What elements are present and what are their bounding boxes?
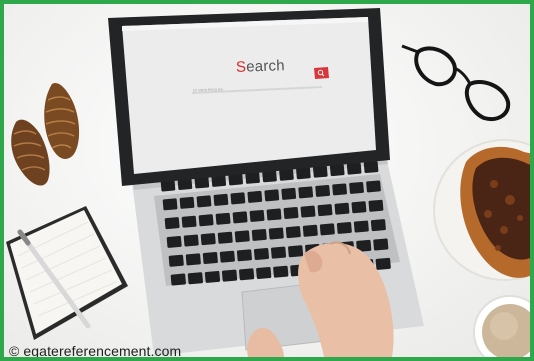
keyboard-key <box>204 270 221 283</box>
keyboard-key <box>239 268 255 281</box>
keyboard-key <box>366 180 381 193</box>
search-wordmark-rest: earch <box>245 57 286 76</box>
keyboard-key <box>179 196 195 209</box>
keyboard-key <box>166 235 182 248</box>
keyboard-key <box>198 214 214 227</box>
keyboard-key <box>281 187 297 200</box>
keyboard-key <box>213 193 229 206</box>
keyboard-key <box>168 254 184 267</box>
keyboard-key <box>230 192 246 205</box>
keyboard-key <box>329 164 345 177</box>
keyboard-key <box>315 184 331 197</box>
keyboard-key <box>370 219 386 232</box>
keyboard-key <box>215 212 231 225</box>
keyboard-key <box>249 209 265 222</box>
search-button[interactable] <box>314 67 329 79</box>
keyboard-key <box>181 215 197 228</box>
keyboard-key <box>288 245 304 258</box>
keyboard-key <box>164 217 180 230</box>
keyboard-key <box>363 161 379 174</box>
keyboard-key <box>368 199 384 212</box>
keyboard-key <box>353 220 369 233</box>
pine-cone-short <box>11 119 50 186</box>
notebook <box>6 206 128 340</box>
keyboard-key <box>162 198 178 211</box>
keyboard-key <box>185 253 201 266</box>
keyboard-key <box>270 246 287 259</box>
keyboard-key <box>170 273 186 286</box>
keyboard-key <box>200 233 216 246</box>
keyboard-key <box>319 223 335 236</box>
keyboard-key <box>183 234 199 247</box>
keyboard-key <box>256 267 272 279</box>
keyboard-key <box>373 238 389 251</box>
keyboard-key <box>334 202 350 215</box>
keyboard-key <box>221 269 238 282</box>
keyboard-key <box>336 221 352 234</box>
keyboard-key <box>232 211 248 224</box>
search-wordmark: Search <box>236 57 285 76</box>
keyboard-key <box>202 252 218 265</box>
keyboard-key <box>302 224 318 237</box>
photo-frame: Search Ici votre thing kis © egaterefere… <box>0 0 534 361</box>
keyboard-key <box>296 167 311 180</box>
search-input-placeholder[interactable]: Ici votre thing kis <box>193 86 223 92</box>
keyboard-key <box>217 231 233 244</box>
pine-cone-tall <box>44 82 80 159</box>
keyboard-key <box>349 181 364 194</box>
keyboard-key <box>247 190 263 203</box>
keyboard-key <box>298 186 314 199</box>
keyboard-key <box>313 165 328 178</box>
keyboard-key <box>196 195 212 208</box>
keyboard-key <box>317 204 333 217</box>
keyboard-key <box>219 250 235 263</box>
keyboard-key <box>273 265 289 278</box>
keyboard-key <box>346 162 362 175</box>
eyeglasses <box>401 44 511 121</box>
keyboard-key <box>236 249 252 262</box>
keyboard-key <box>264 189 280 202</box>
coffee-cup <box>473 295 530 357</box>
keyboard-key <box>375 257 391 270</box>
keyboard-key <box>251 228 267 241</box>
keyboard-key <box>234 230 250 243</box>
copyright-watermark: © egatereferencement.com <box>9 343 182 359</box>
keyboard-key <box>351 201 367 214</box>
keyboard-key <box>253 247 270 260</box>
keyboard-key <box>266 208 282 221</box>
laptop-lid <box>108 8 390 186</box>
keyboard-key <box>268 227 284 240</box>
keyboard-key <box>285 226 301 239</box>
keyboard-key <box>300 205 316 218</box>
keyboard-key <box>187 272 203 285</box>
keyboard-key <box>332 183 347 196</box>
keyboard-key <box>283 207 299 219</box>
plate-with-pastry <box>433 139 530 281</box>
